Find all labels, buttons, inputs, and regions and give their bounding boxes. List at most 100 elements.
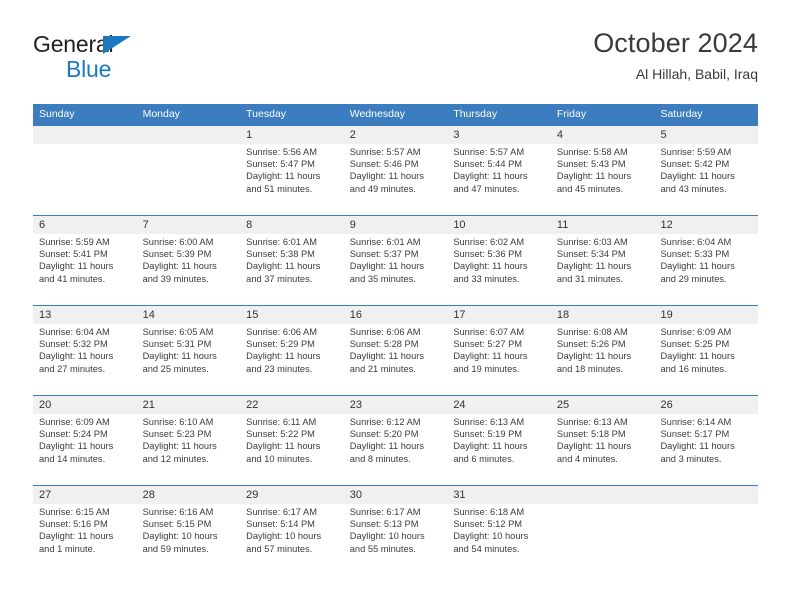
daylight-text-2: and 59 minutes. xyxy=(142,543,209,554)
daylight-text-1: Daylight: 10 hours xyxy=(142,531,218,542)
day-cell[interactable]: Sunrise: 6:05 AM Sunset: 5:31 PM Dayligh… xyxy=(137,324,241,395)
day-cell[interactable]: Sunrise: 6:01 AM Sunset: 5:37 PM Dayligh… xyxy=(344,234,448,305)
weekday-sunday: Sunday xyxy=(39,108,75,120)
sunset-text: Sunset: 5:15 PM xyxy=(142,519,212,530)
week-detail-row: Sunrise: 5:59 AM Sunset: 5:41 PM Dayligh… xyxy=(33,234,758,305)
sunrise-text: Sunrise: 6:09 AM xyxy=(660,327,732,337)
title-block: October 2024 Al Hillah, Babil, Iraq xyxy=(593,26,758,85)
sunrise-text: Sunrise: 6:06 AM xyxy=(246,327,317,337)
day-number: 21 xyxy=(142,399,155,411)
day-number: 27 xyxy=(39,489,52,501)
sunrise-text: Sunrise: 5:57 AM xyxy=(453,147,525,157)
day-number: 14 xyxy=(142,309,155,321)
day-cell[interactable]: Sunrise: 5:59 AM Sunset: 5:42 PM Dayligh… xyxy=(654,144,758,215)
sunset-text: Sunset: 5:31 PM xyxy=(142,339,212,350)
sunset-text: Sunset: 5:13 PM xyxy=(349,519,419,530)
sunset-text: Sunset: 5:14 PM xyxy=(246,519,315,530)
day-cell[interactable]: Sunrise: 6:01 AM Sunset: 5:38 PM Dayligh… xyxy=(240,234,344,305)
day-number: 11 xyxy=(556,219,569,231)
daylight-text-1: Daylight: 10 hours xyxy=(246,531,322,542)
sunset-text: Sunset: 5:44 PM xyxy=(453,159,523,170)
week-detail-row: Sunrise: 6:15 AM Sunset: 5:16 PM Dayligh… xyxy=(33,504,758,575)
day-cell[interactable]: Sunrise: 6:16 AM Sunset: 5:15 PM Dayligh… xyxy=(137,504,241,575)
daylight-text-1: Daylight: 11 hours xyxy=(349,441,424,452)
daylight-text-1: Daylight: 11 hours xyxy=(556,171,632,182)
sunset-text: Sunset: 5:39 PM xyxy=(142,249,212,260)
general-blue-logo: General Blue xyxy=(33,32,233,90)
daylight-text-1: Daylight: 11 hours xyxy=(660,261,735,272)
day-cell[interactable]: Sunrise: 6:04 AM Sunset: 5:33 PM Dayligh… xyxy=(654,234,758,305)
week-detail-row: Sunrise: 6:04 AM Sunset: 5:32 PM Dayligh… xyxy=(33,324,758,395)
day-cell[interactable]: Sunrise: 6:11 AM Sunset: 5:22 PM Dayligh… xyxy=(240,414,344,485)
sunset-text: Sunset: 5:38 PM xyxy=(246,249,315,260)
day-cell[interactable] xyxy=(137,144,241,215)
day-cell[interactable]: Sunrise: 5:57 AM Sunset: 5:46 PM Dayligh… xyxy=(344,144,448,215)
day-cell[interactable]: Sunrise: 6:03 AM Sunset: 5:34 PM Dayligh… xyxy=(551,234,655,305)
day-cell[interactable]: Sunrise: 6:06 AM Sunset: 5:29 PM Dayligh… xyxy=(240,324,344,395)
day-cell[interactable]: Sunrise: 6:13 AM Sunset: 5:19 PM Dayligh… xyxy=(447,414,551,485)
day-cell[interactable]: Sunrise: 5:57 AM Sunset: 5:44 PM Dayligh… xyxy=(447,144,551,215)
weekday-wednesday: Wednesday xyxy=(349,108,405,120)
daylight-text-1: Daylight: 11 hours xyxy=(246,261,321,272)
day-cell[interactable]: Sunrise: 6:09 AM Sunset: 5:25 PM Dayligh… xyxy=(654,324,758,395)
day-cell[interactable]: Sunrise: 5:58 AM Sunset: 5:43 PM Dayligh… xyxy=(551,144,655,215)
daylight-text-2: and 41 minutes. xyxy=(39,273,106,284)
daylight-text-2: and 23 minutes. xyxy=(246,363,313,374)
sunrise-text: Sunrise: 6:10 AM xyxy=(142,417,214,427)
day-cell[interactable]: Sunrise: 6:14 AM Sunset: 5:17 PM Dayligh… xyxy=(654,414,758,485)
daylight-text-1: Daylight: 11 hours xyxy=(556,441,632,452)
day-cell[interactable]: Sunrise: 6:00 AM Sunset: 5:39 PM Dayligh… xyxy=(137,234,241,305)
day-cell[interactable]: Sunrise: 6:15 AM Sunset: 5:16 PM Dayligh… xyxy=(33,504,137,575)
sunset-text: Sunset: 5:27 PM xyxy=(453,339,523,350)
daylight-text-1: Daylight: 11 hours xyxy=(246,171,321,182)
daylight-text-1: Daylight: 11 hours xyxy=(142,441,217,452)
day-cell[interactable]: Sunrise: 6:06 AM Sunset: 5:28 PM Dayligh… xyxy=(344,324,448,395)
day-cell[interactable]: Sunrise: 6:08 AM Sunset: 5:26 PM Dayligh… xyxy=(551,324,655,395)
day-cell[interactable]: Sunrise: 6:17 AM Sunset: 5:13 PM Dayligh… xyxy=(344,504,448,575)
day-cell[interactable] xyxy=(33,144,137,215)
day-number: 7 xyxy=(142,219,149,231)
day-number: 1 xyxy=(246,129,253,141)
day-cell[interactable]: Sunrise: 5:59 AM Sunset: 5:41 PM Dayligh… xyxy=(33,234,137,305)
day-cell[interactable] xyxy=(654,504,758,575)
day-cell[interactable]: Sunrise: 6:07 AM Sunset: 5:27 PM Dayligh… xyxy=(447,324,551,395)
week-detail-row: Sunrise: 5:56 AM Sunset: 5:47 PM Dayligh… xyxy=(33,144,758,215)
daylight-text-2: and 35 minutes. xyxy=(349,273,416,284)
day-cell[interactable]: Sunrise: 6:17 AM Sunset: 5:14 PM Dayligh… xyxy=(240,504,344,575)
day-cell[interactable]: Sunrise: 6:09 AM Sunset: 5:24 PM Dayligh… xyxy=(33,414,137,485)
day-cell[interactable] xyxy=(551,504,655,575)
page-subtitle-location: Al Hillah, Babil, Iraq xyxy=(635,66,758,82)
day-number: 10 xyxy=(453,219,466,231)
day-number: 8 xyxy=(246,219,253,231)
week-daynumber-band: 1 2 3 4 5 xyxy=(33,126,758,144)
sunrise-text: Sunrise: 6:04 AM xyxy=(39,327,110,337)
day-cell[interactable]: Sunrise: 5:56 AM Sunset: 5:47 PM Dayligh… xyxy=(240,144,344,215)
daylight-text-1: Daylight: 11 hours xyxy=(349,351,424,362)
daylight-text-2: and 25 minutes. xyxy=(142,363,209,374)
day-number: 9 xyxy=(349,219,356,231)
sunrise-text: Sunrise: 6:14 AM xyxy=(660,417,732,427)
day-cell[interactable]: Sunrise: 6:18 AM Sunset: 5:12 PM Dayligh… xyxy=(447,504,551,575)
day-cell[interactable]: Sunrise: 6:02 AM Sunset: 5:36 PM Dayligh… xyxy=(447,234,551,305)
daylight-text-2: and 3 minutes. xyxy=(660,453,722,464)
sunset-text: Sunset: 5:18 PM xyxy=(556,429,626,440)
sunrise-text: Sunrise: 6:08 AM xyxy=(556,327,628,337)
week-row: 1 2 3 4 5 Sunrise: 5:56 AM Sunset: 5:47 … xyxy=(33,125,758,215)
sunrise-text: Sunrise: 5:56 AM xyxy=(246,147,317,157)
sunrise-text: Sunrise: 6:17 AM xyxy=(349,507,421,517)
sunrise-text: Sunrise: 5:59 AM xyxy=(39,237,110,247)
logo-text-general: General xyxy=(33,31,114,57)
sunset-text: Sunset: 5:46 PM xyxy=(349,159,419,170)
day-number: 2 xyxy=(349,129,356,141)
day-cell[interactable]: Sunrise: 6:13 AM Sunset: 5:18 PM Dayligh… xyxy=(551,414,655,485)
day-number: 5 xyxy=(660,129,667,141)
sunset-text: Sunset: 5:47 PM xyxy=(246,159,315,170)
daylight-text-2: and 37 minutes. xyxy=(246,273,313,284)
daylight-text-2: and 12 minutes. xyxy=(142,453,209,464)
daylight-text-1: Daylight: 11 hours xyxy=(39,261,114,272)
day-cell[interactable]: Sunrise: 6:10 AM Sunset: 5:23 PM Dayligh… xyxy=(137,414,241,485)
day-cell[interactable]: Sunrise: 6:04 AM Sunset: 5:32 PM Dayligh… xyxy=(33,324,137,395)
day-cell[interactable]: Sunrise: 6:12 AM Sunset: 5:20 PM Dayligh… xyxy=(344,414,448,485)
sunset-text: Sunset: 5:20 PM xyxy=(349,429,419,440)
day-number: 16 xyxy=(349,309,362,321)
